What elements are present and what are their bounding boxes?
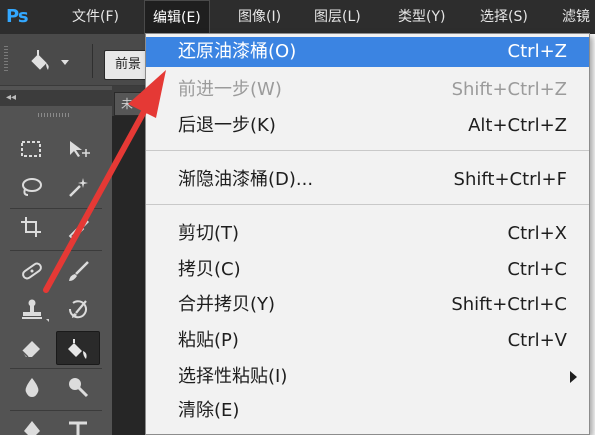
options-bar-grip[interactable] [4,46,8,72]
photoshop-window: Ps 文件(F) 编辑(E) 图像(I) 图层(L) 类型(Y) 选择(S) 滤… [0,0,595,435]
menu-item-shortcut: Ctrl+V [507,330,567,351]
document-tab[interactable]: 未 [114,92,142,116]
move-icon [70,141,90,157]
spot-healing-brush-tool[interactable] [12,256,52,286]
collapse-panel-icon[interactable]: ◂◂ [6,91,16,105]
move-tool[interactable] [58,134,98,164]
menu-item-shortcut: Alt+Ctrl+Z [468,115,567,136]
menu-item-label: 剪切(T) [178,223,240,244]
menu-item-shortcut: Shift+Ctrl+C [451,294,567,315]
options-separator [92,44,93,78]
dodge-icon [69,378,89,398]
edit-menu-dropdown: 还原油漆桶(O) Ctrl+Z 前进一步(W) Shift+Ctrl+Z 后退一… [145,33,590,435]
menu-item-label: 合并拷贝(Y) [178,294,276,315]
magic-wand-tool[interactable] [58,172,98,202]
menu-item-label: 清除(E) [178,400,240,421]
eyedropper-tool[interactable] [58,212,98,242]
menu-item-label: 渐隐油漆桶(D)... [178,169,314,190]
menu-item-copy[interactable]: 拷贝(C) Ctrl+C [146,255,589,285]
menu-item-shortcut: Shift+Ctrl+Z [451,79,567,100]
pen-icon [24,421,40,435]
tool-separator [10,250,102,251]
menu-separator [146,150,589,151]
brush-tool[interactable] [58,256,98,286]
paint-bucket-icon [68,339,87,359]
menu-item-label: 后退一步(K) [178,115,276,136]
menu-type[interactable]: 类型(Y) [398,0,445,34]
menu-item-label: 粘贴(P) [178,330,239,351]
menu-item-step-forward: 前进一步(W) Shift+Ctrl+Z [146,75,589,105]
menu-item-fade-paint-bucket[interactable]: 渐隐油漆桶(D)... Shift+Ctrl+F [146,165,589,195]
menu-file[interactable]: 文件(F) [72,0,119,34]
tool-group-indicator [46,319,49,322]
tools-panel-header [0,90,112,106]
type-icon [69,421,87,435]
tool-separator [10,208,102,209]
menu-item-label: 前进一步(W) [178,79,282,100]
screenshot-edge [590,34,595,435]
tool-preset-picker[interactable] [28,46,72,76]
blur-tool[interactable] [12,372,52,402]
menu-item-shortcut: Ctrl+Z [507,41,567,62]
clone-stamp-icon [22,299,42,319]
menu-item-paste-special[interactable]: 选择性粘贴(I) [146,362,589,392]
magic-wand-icon [69,178,88,197]
crop-tool[interactable] [12,212,52,242]
blur-icon [25,378,39,397]
eraser-tool[interactable] [12,332,52,362]
menu-edit[interactable]: 编辑(E) [144,0,210,35]
pen-tool[interactable] [12,414,52,435]
submenu-arrow-icon [570,371,577,383]
menu-item-step-backward[interactable]: 后退一步(K) Alt+Ctrl+Z [146,111,589,141]
crop-icon [21,217,41,237]
menu-item-cut[interactable]: 剪切(T) Ctrl+X [146,219,589,249]
photoshop-logo: Ps [6,6,29,27]
menu-item-label: 拷贝(C) [178,259,241,280]
history-brush-tool[interactable] [58,294,98,324]
eyedropper-icon [68,219,89,239]
menu-image[interactable]: 图像(I) [238,0,281,34]
tool-separator [10,368,102,369]
lasso-icon [22,178,42,196]
menu-item-paste[interactable]: 粘贴(P) Ctrl+V [146,326,589,356]
rectangular-marquee-icon [21,141,41,157]
eraser-icon [21,341,40,358]
menu-layer[interactable]: 图层(L) [314,0,361,34]
menu-item-shortcut: Ctrl+C [507,259,567,280]
menu-item-label: 还原油漆桶(O) [178,41,297,62]
clone-stamp-tool[interactable] [12,294,52,324]
dodge-tool[interactable] [58,372,98,402]
paint-bucket-tool[interactable] [56,331,100,365]
brush-icon [69,261,89,281]
menu-item-clear[interactable]: 清除(E) [146,396,589,426]
menu-item-label: 选择性粘贴(I) [178,366,288,387]
menu-item-undo-paint-bucket[interactable]: 还原油漆桶(O) Ctrl+Z [146,37,589,67]
rectangular-marquee-tool[interactable] [12,134,52,164]
history-brush-icon [68,300,87,319]
paint-bucket-icon [31,50,69,70]
fill-source-select[interactable]: 前景 [104,50,148,80]
lasso-tool[interactable] [12,172,52,202]
menu-select[interactable]: 选择(S) [480,0,528,34]
type-tool[interactable] [58,414,98,435]
menu-item-copy-merged[interactable]: 合并拷贝(Y) Shift+Ctrl+C [146,290,589,320]
menu-separator [146,204,589,205]
menu-filter[interactable]: 滤镜 [562,0,590,34]
tools-panel-grip[interactable] [38,113,70,117]
tool-separator [10,410,102,411]
spot-healing-brush-icon [22,262,42,280]
menu-bar: Ps 文件(F) 编辑(E) 图像(I) 图层(L) 类型(Y) 选择(S) 滤… [0,0,595,35]
menu-item-shortcut: Shift+Ctrl+F [453,169,567,190]
menu-item-shortcut: Ctrl+X [507,223,567,244]
